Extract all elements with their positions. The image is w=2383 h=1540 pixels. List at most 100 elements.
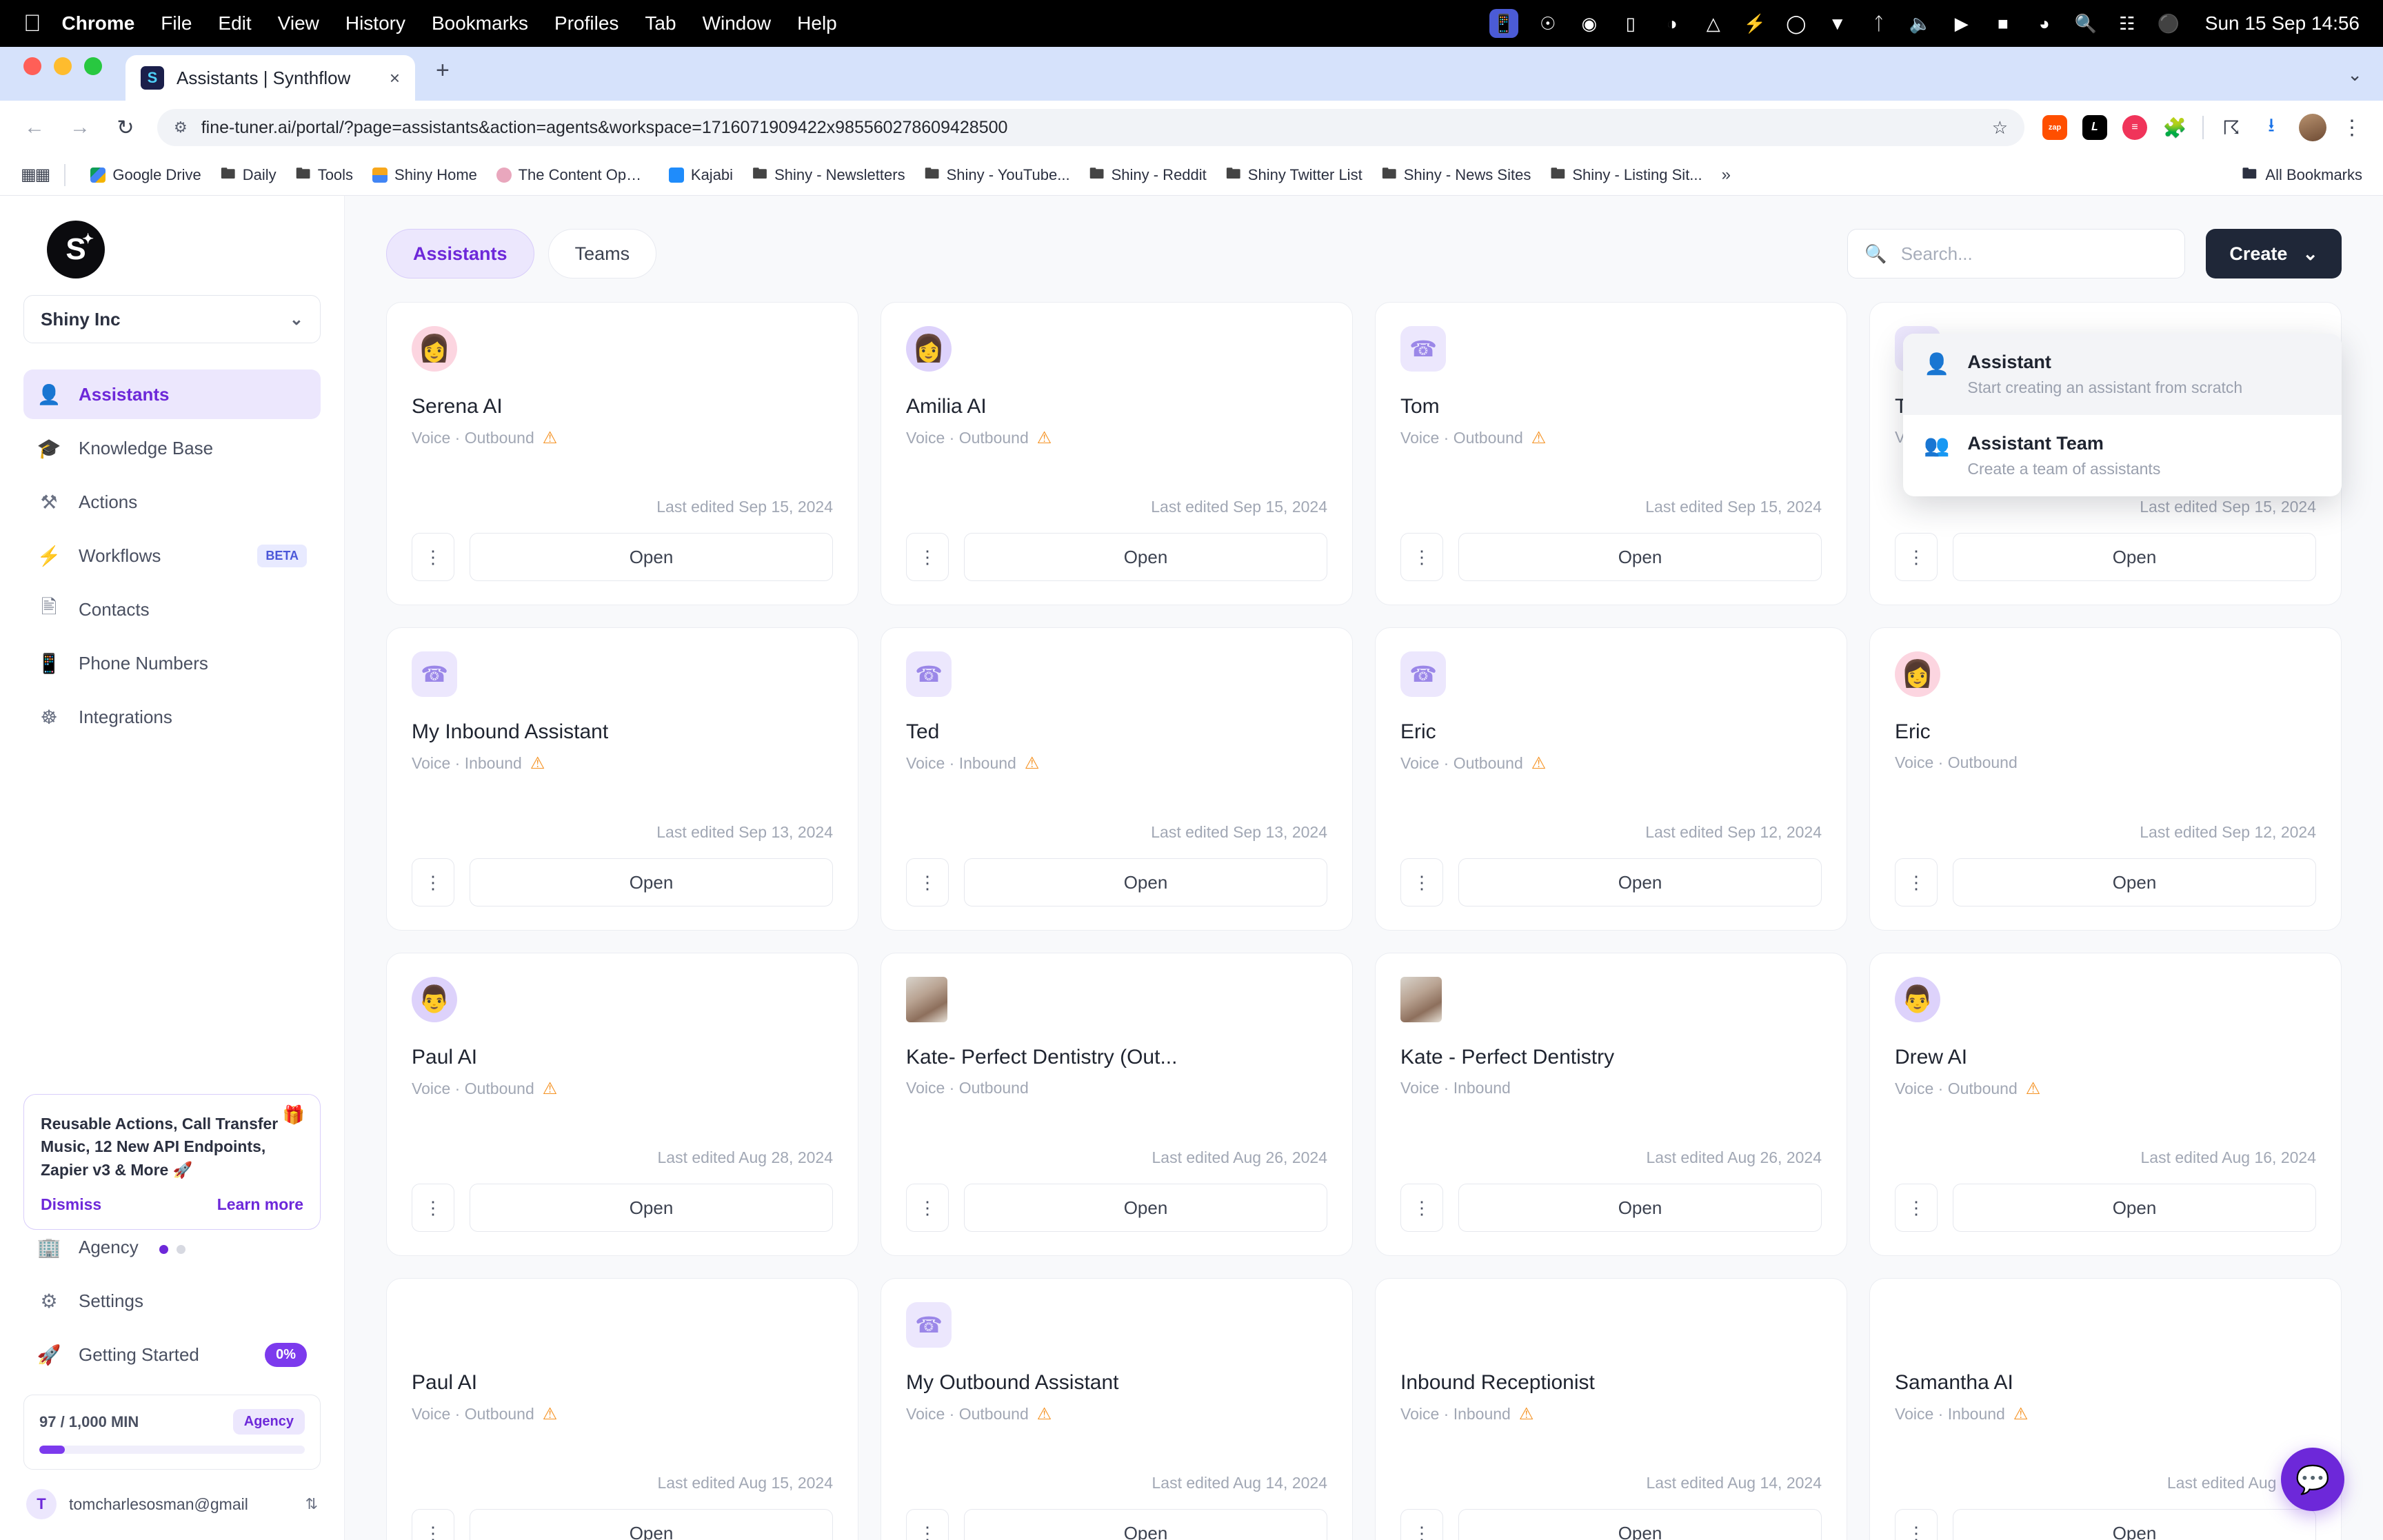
battery-icon[interactable]: ■ xyxy=(1991,12,2015,35)
adobe-creative-cloud-icon[interactable]: ◉ xyxy=(1578,12,1601,35)
assistant-card[interactable]: ☎ Tom Voice · Outbound ⚠ Last edited Sep 15,… xyxy=(1375,302,1847,605)
new-tab-button[interactable]: + xyxy=(436,57,450,101)
menu-chrome[interactable]: Chrome xyxy=(62,12,135,34)
all-bookmarks-button[interactable]: 🖿 All Bookmarks xyxy=(2242,162,2362,188)
menu-tab[interactable]: Tab xyxy=(645,12,676,34)
card-open-button[interactable]: Open xyxy=(1953,1184,2316,1232)
apple-logo-icon[interactable]:  xyxy=(23,12,41,35)
bookmark-shiny-twitter-list[interactable]: 🖿 Shiny Twitter List xyxy=(1216,162,1372,188)
back-button[interactable]: ← xyxy=(21,116,48,139)
menu-file[interactable]: File xyxy=(161,12,192,34)
menu-bookmarks[interactable]: Bookmarks xyxy=(432,12,528,34)
bookmark-content-operator[interactable]: The Content Oper... xyxy=(487,166,659,184)
notch-icon[interactable]: ▼ xyxy=(1826,12,1849,35)
menu-view[interactable]: View xyxy=(278,12,319,34)
assistant-card[interactable]: ☎ My Inbound Assistant Voice · Inbound ⚠ Las… xyxy=(386,627,858,931)
card-open-button[interactable]: Open xyxy=(1458,1184,1822,1232)
bookmark-shiny-youtube[interactable]: 🖿 Shiny - YouTube... xyxy=(915,162,1080,188)
account-switcher[interactable]: T tomcharlesosman@gmail ⇅ xyxy=(23,1485,321,1523)
address-bar[interactable]: ⚙ fine-tuner.ai/portal/?page=assistants&… xyxy=(157,109,2024,146)
sidebar-item-agency[interactable]: 🏢 Agency xyxy=(23,1222,321,1272)
card-more-options-button[interactable]: ⋮ xyxy=(1895,533,1938,581)
text-snippet-icon[interactable]: ▯ xyxy=(1619,12,1642,35)
assistant-card[interactable]: 👩 Amilia AI Voice · Outbound ⚠ Last edited S… xyxy=(881,302,1353,605)
card-more-options-button[interactable]: ⋮ xyxy=(412,858,454,906)
bookmarks-overflow-icon[interactable]: » xyxy=(1722,165,1731,185)
menu-profiles[interactable]: Profiles xyxy=(554,12,619,34)
focus-icon[interactable]: ☉ xyxy=(1536,12,1560,35)
bookmark-shiny-reddit[interactable]: 🖿 Shiny - Reddit xyxy=(1080,162,1216,188)
bluetooth-icon[interactable]: ᛏ xyxy=(1867,12,1891,35)
card-open-button[interactable]: Open xyxy=(470,533,833,581)
chevron-updown-icon[interactable]: ⇅ xyxy=(305,1495,318,1513)
search-input[interactable] xyxy=(1900,243,2169,265)
forward-button[interactable]: → xyxy=(66,116,94,139)
promo-dismiss-button[interactable]: Dismiss xyxy=(41,1195,101,1214)
card-open-button[interactable]: Open xyxy=(1953,533,2316,581)
chat-bubble-icon[interactable]: 💬 xyxy=(2281,1448,2344,1511)
card-open-button[interactable]: Open xyxy=(470,1184,833,1232)
sidebar-item-integrations[interactable]: ☸ Integrations xyxy=(23,692,321,742)
assistant-card[interactable]: Inbound Receptionist Voice · Inbound ⚠ Last… xyxy=(1375,1278,1847,1540)
tab-search-chevron-icon[interactable]: ⌄ xyxy=(2347,64,2383,101)
bookmark-shiny-newsletters[interactable]: 🖿 Shiny - Newsletters xyxy=(743,162,915,188)
menu-edit[interactable]: Edit xyxy=(218,12,251,34)
card-open-button[interactable]: Open xyxy=(470,858,833,906)
usage-meter[interactable]: 97 / 1,000 MIN Agency xyxy=(23,1395,321,1470)
menu-help[interactable]: Help xyxy=(797,12,837,34)
menu-item-assistant-team[interactable]: 👥 Assistant Team Create a team of assist… xyxy=(1903,415,2342,496)
sidebar-item-getting-started[interactable]: 🚀 Getting Started 0% xyxy=(23,1330,321,1379)
card-open-button[interactable]: Open xyxy=(1458,858,1822,906)
bookmark-kajabi[interactable]: Kajabi xyxy=(659,166,743,184)
assistant-card[interactable]: ☎ Ted Voice · Inbound ⚠ Last edited Sep 13, … xyxy=(881,627,1353,931)
wifi-icon[interactable]: ◕ xyxy=(2033,12,2056,35)
card-more-options-button[interactable]: ⋮ xyxy=(412,1509,454,1540)
bartender-icon[interactable]: ◑ xyxy=(1660,12,1684,35)
card-open-button[interactable]: Open xyxy=(964,1509,1327,1540)
puzzle-extension-icon[interactable]: 🧩 xyxy=(2162,115,2187,140)
screen-mirroring-icon[interactable]: 📱 xyxy=(1489,9,1518,38)
close-window-button[interactable] xyxy=(23,57,41,75)
card-more-options-button[interactable]: ⋮ xyxy=(412,1184,454,1232)
bolt-icon[interactable]: ⚡ xyxy=(1743,12,1767,35)
menu-item-assistant[interactable]: 👤 Assistant Start creating an assistant … xyxy=(1903,334,2342,415)
assistant-card[interactable]: Samantha AI Voice · Inbound ⚠ Last edited A… xyxy=(1869,1278,2342,1540)
card-open-button[interactable]: Open xyxy=(1458,533,1822,581)
arc-icon[interactable]: △ xyxy=(1702,12,1725,35)
tab-assistants[interactable]: Assistants xyxy=(386,229,534,278)
bookmark-star-icon[interactable]: ☆ xyxy=(1992,117,2008,139)
bookmark-shiny-news-sites[interactable]: 🖿 Shiny - News Sites xyxy=(1372,162,1541,188)
now-playing-icon[interactable]: ▶ xyxy=(1950,12,1973,35)
control-center-icon[interactable]: ☷ xyxy=(2115,12,2139,35)
assistant-card[interactable]: ☎ My Outbound Assistant Voice · Outbound ⚠ L… xyxy=(881,1278,1353,1540)
menu-window[interactable]: Window xyxy=(703,12,772,34)
assistant-card[interactable]: 👨 Drew AI Voice · Outbound ⚠ Last edited Aug… xyxy=(1869,953,2342,1256)
card-open-button[interactable]: Open xyxy=(964,858,1327,906)
create-button[interactable]: Create ⌄ xyxy=(2206,229,2342,278)
card-more-options-button[interactable]: ⋮ xyxy=(412,533,454,581)
card-more-options-button[interactable]: ⋮ xyxy=(906,1184,949,1232)
card-more-options-button[interactable]: ⋮ xyxy=(1400,1184,1443,1232)
card-open-button[interactable]: Open xyxy=(1458,1509,1822,1540)
card-more-options-button[interactable]: ⋮ xyxy=(1400,533,1443,581)
sidebar-item-settings[interactable]: ⚙ Settings xyxy=(23,1276,321,1326)
close-tab-icon[interactable]: × xyxy=(390,68,400,89)
zapier-icon[interactable]: zap xyxy=(2042,115,2067,140)
minimize-window-button[interactable] xyxy=(54,57,72,75)
sidebar-item-contacts[interactable]: 🖹 Contacts xyxy=(23,585,321,634)
card-more-options-button[interactable]: ⋮ xyxy=(1895,858,1938,906)
card-more-options-button[interactable]: ⋮ xyxy=(906,1509,949,1540)
assistant-card[interactable]: Kate- Perfect Dentistry (Out... Voice · O… xyxy=(881,953,1353,1256)
loom-icon[interactable]: 𝑳 xyxy=(2082,115,2107,140)
assistant-card[interactable]: Paul AI Voice · Outbound ⚠ Last edited Aug … xyxy=(386,1278,858,1540)
sidebar-item-phone-numbers[interactable]: 📱 Phone Numbers xyxy=(23,638,321,688)
card-open-button[interactable]: Open xyxy=(964,533,1327,581)
card-more-options-button[interactable]: ⋮ xyxy=(1400,1509,1443,1540)
card-open-button[interactable]: Open xyxy=(1953,1509,2316,1540)
volume-icon[interactable]: 🔈 xyxy=(1909,12,1932,35)
card-more-options-button[interactable]: ⋮ xyxy=(906,533,949,581)
reload-button[interactable]: ↻ xyxy=(112,116,139,140)
maximize-window-button[interactable] xyxy=(84,57,102,75)
assistant-card[interactable]: 👩 Eric Voice · Outbound Last edited Sep 12,… xyxy=(1869,627,2342,931)
workspace-selector[interactable]: Shiny Inc ⌄ xyxy=(23,295,321,343)
